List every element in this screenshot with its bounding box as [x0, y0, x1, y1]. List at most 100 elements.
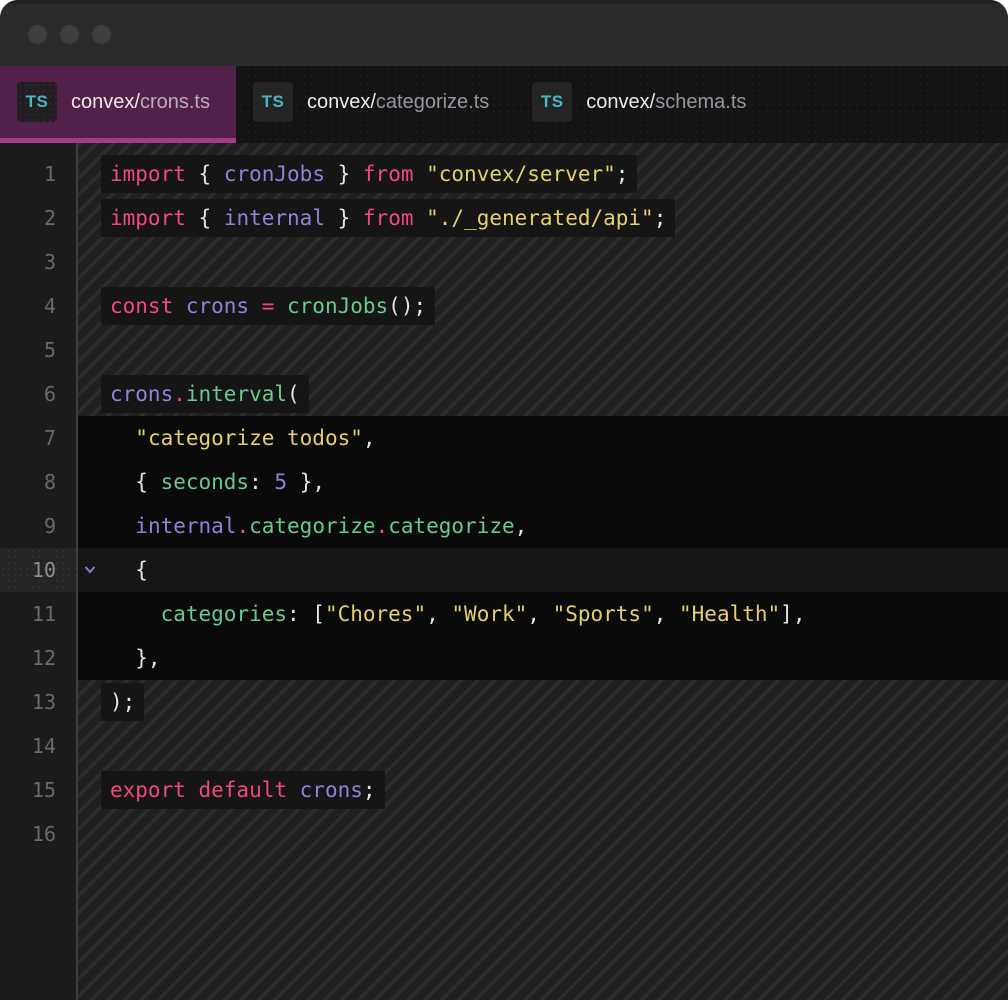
token-str: "./_generated/api": [426, 206, 654, 230]
token-pun: {: [110, 470, 161, 494]
token-pun: },: [287, 470, 325, 494]
code-line-5[interactable]: [78, 328, 1008, 372]
token-pun: ],: [780, 602, 805, 626]
token-pun: ();: [388, 294, 426, 318]
token-str: "Sports": [553, 602, 654, 626]
line-number-7: 7: [0, 416, 76, 460]
maximize-button[interactable]: [92, 25, 111, 44]
token-pun: ,: [515, 514, 528, 538]
token-pun: : [: [287, 602, 325, 626]
token-var: crons: [110, 382, 173, 406]
token-str: "Work": [451, 602, 527, 626]
screenshot: TSconvex/crons.tsTSconvex/categorize.tsT…: [0, 0, 1008, 1000]
code-area[interactable]: import { cronJobs } from "convex/server"…: [78, 143, 1008, 1000]
token-pun: ,: [363, 426, 376, 450]
token-var: crons: [186, 294, 262, 318]
token-pun: [110, 602, 161, 626]
token-fn: interval: [186, 382, 287, 406]
line-number-15: 15: [0, 768, 76, 812]
code-line-2[interactable]: import { internal } from "./_generated/a…: [78, 196, 1008, 240]
code-line-7[interactable]: "categorize todos",: [78, 416, 1008, 460]
code-line-3[interactable]: [78, 240, 1008, 284]
token-pun: {: [199, 206, 224, 230]
token-kw: from: [363, 206, 426, 230]
token-var: cronJobs: [224, 162, 325, 186]
token-var: crons: [300, 778, 363, 802]
tab-label: convex/categorize.ts: [307, 91, 489, 114]
code-line-14[interactable]: [78, 724, 1008, 768]
token-pun: :: [249, 470, 274, 494]
line-number-10: 10: [0, 548, 76, 592]
token-pun: {: [110, 558, 148, 582]
token-pun: ,: [527, 602, 552, 626]
code-line-9[interactable]: internal.categorize.categorize,: [78, 504, 1008, 548]
token-kw: =: [262, 294, 287, 318]
code-line-12[interactable]: },: [78, 636, 1008, 680]
line-number-3: 3: [0, 240, 76, 284]
code-line-16[interactable]: [78, 812, 1008, 856]
line-number-8: 8: [0, 460, 76, 504]
code-line-8[interactable]: { seconds: 5 },: [78, 460, 1008, 504]
code-line-11[interactable]: categories: ["Chores", "Work", "Sports",…: [78, 592, 1008, 636]
line-number-11: 11: [0, 592, 76, 636]
code-line-1[interactable]: import { cronJobs } from "convex/server"…: [78, 152, 1008, 196]
token-var: internal: [135, 514, 236, 538]
token-kw: export default: [110, 778, 300, 802]
token-pun: [110, 426, 135, 450]
token-str: "Health": [679, 602, 780, 626]
line-number-gutter: 12345678910111213141516: [0, 143, 78, 1000]
token-kw: import: [110, 162, 199, 186]
code-line-13[interactable]: );: [78, 680, 1008, 724]
token-str: "convex/server": [426, 162, 616, 186]
editor-area: 12345678910111213141516 import { cronJob…: [0, 143, 1008, 1000]
token-pun: },: [110, 646, 161, 670]
tab-categorize-ts[interactable]: TS convex/categorize.ts: [236, 66, 515, 143]
token-kw: .: [376, 514, 389, 538]
code-line-15[interactable]: export default crons;: [78, 768, 1008, 812]
typescript-icon: TS: [17, 82, 57, 122]
line-number-2: 2: [0, 196, 76, 240]
token-pun: ,: [426, 602, 451, 626]
token-pun: ;: [616, 162, 629, 186]
line-number-16: 16: [0, 812, 76, 856]
line-number-9: 9: [0, 504, 76, 548]
editor-window: TSconvex/crons.tsTSconvex/categorize.tsT…: [0, 0, 1008, 1000]
token-kw: from: [363, 162, 426, 186]
token-fn: cronJobs: [287, 294, 388, 318]
line-number-6: 6: [0, 372, 76, 416]
code-line-6[interactable]: crons.interval(: [78, 372, 1008, 416]
token-pun: [110, 514, 135, 538]
token-kw: .: [236, 514, 249, 538]
token-str: "Chores": [325, 602, 426, 626]
code-line-10[interactable]: {: [78, 548, 1008, 592]
token-kw: const: [110, 294, 186, 318]
line-number-12: 12: [0, 636, 76, 680]
tab-label: convex/schema.ts: [586, 91, 746, 114]
token-pun: (: [287, 382, 300, 406]
code-line-4[interactable]: const crons = cronJobs();: [78, 284, 1008, 328]
token-kw: .: [173, 382, 186, 406]
tab-crons-ts[interactable]: TSconvex/crons.ts: [0, 66, 236, 143]
line-number-1: 1: [0, 152, 76, 196]
token-pun: }: [325, 162, 363, 186]
close-button[interactable]: [28, 25, 47, 44]
line-number-5: 5: [0, 328, 76, 372]
tab-bar: TSconvex/crons.tsTSconvex/categorize.tsT…: [0, 66, 1008, 143]
minimize-button[interactable]: [60, 25, 79, 44]
title-bar: [0, 0, 1008, 66]
token-pun: {: [199, 162, 224, 186]
highlighted-code-block: "categorize todos", { seconds: 5 }, inte…: [78, 416, 1008, 680]
tab-schema-ts[interactable]: TSconvex/schema.ts: [515, 66, 772, 143]
line-number-13: 13: [0, 680, 76, 724]
line-number-4: 4: [0, 284, 76, 328]
token-pun: ,: [654, 602, 679, 626]
typescript-icon: TS: [253, 82, 293, 122]
token-fn: categories: [161, 602, 287, 626]
token-fn: seconds: [161, 470, 250, 494]
token-num: 5: [274, 470, 287, 494]
token-pun: ;: [654, 206, 667, 230]
line-number-14: 14: [0, 724, 76, 768]
chevron-down-icon[interactable]: [83, 563, 97, 577]
token-kw: import: [110, 206, 199, 230]
token-fn: categorize: [249, 514, 375, 538]
